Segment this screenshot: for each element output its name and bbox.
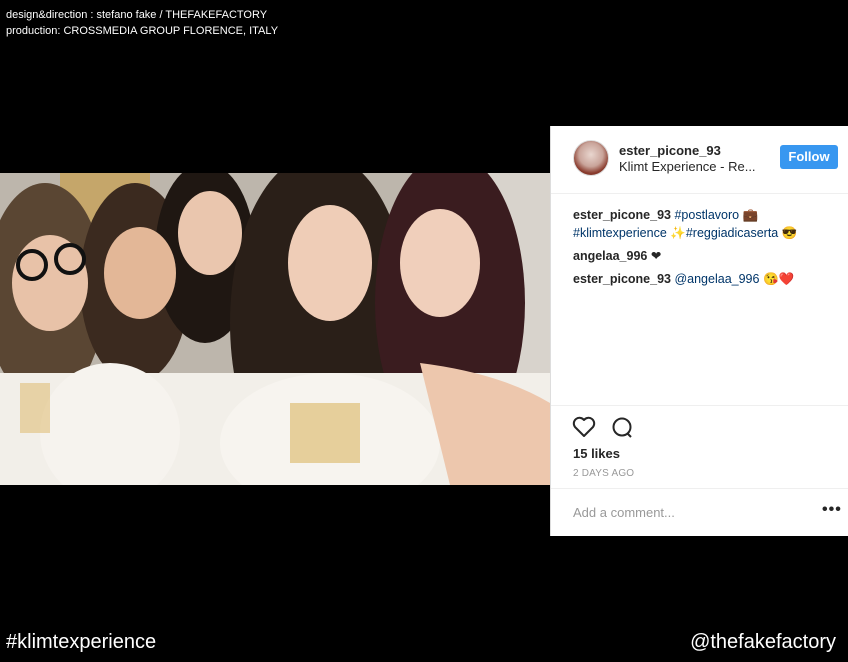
footer-handle: @thefakefactory: [690, 631, 836, 653]
comment-item: ester_picone_93 @angelaa_996 😘❤️: [573, 270, 835, 288]
comments-list: ester_picone_93 #postlavoro 💼 #klimtexpe…: [573, 206, 835, 293]
more-options-icon[interactable]: •••: [822, 501, 842, 519]
comment-bubble-icon[interactable]: [610, 416, 634, 438]
post-actions: 15 likes 2 DAYS AGO Add a comment... •••: [551, 405, 848, 536]
avatar[interactable]: [573, 140, 609, 176]
footer-hashtag: #klimtexperience: [6, 631, 157, 653]
add-comment-row: Add a comment... •••: [551, 488, 848, 537]
post-photo: [0, 173, 550, 485]
post-location[interactable]: Klimt Experience - Re...: [619, 159, 756, 174]
credits-direction: design&direction : stefano fake / THEFAK…: [6, 9, 268, 21]
briefcase-emoji: 💼: [739, 208, 759, 222]
comment-item: ester_picone_93 #postlavoro 💼 #klimtexpe…: [573, 206, 835, 242]
instagram-post-card: ester_picone_93 Klimt Experience - Re...…: [550, 126, 848, 536]
post-timestamp: 2 DAYS AGO: [573, 468, 635, 479]
kiss-heart-emoji: 😘❤️: [759, 272, 795, 286]
action-icons: [572, 416, 644, 438]
post-username[interactable]: ester_picone_93: [619, 143, 721, 158]
comment-username[interactable]: ester_picone_93: [573, 208, 671, 222]
likes-count[interactable]: 15 likes: [573, 446, 620, 461]
comment-username[interactable]: angelaa_996: [573, 249, 647, 263]
heart-icon[interactable]: [572, 416, 596, 438]
comment-username[interactable]: ester_picone_93: [573, 272, 671, 286]
hashtag-link[interactable]: #klimtexperience: [573, 226, 667, 240]
selfie-photo-illustration: [0, 173, 550, 485]
mention-link[interactable]: @angelaa_996: [674, 272, 759, 286]
credits: design&direction : stefano fake / THEFAK…: [6, 7, 278, 39]
follow-button[interactable]: Follow: [780, 145, 838, 169]
comment-item: angelaa_996 ❤: [573, 247, 835, 265]
sunglasses-emoji: 😎: [778, 226, 798, 240]
hashtag-link[interactable]: #postlavoro: [674, 208, 739, 222]
add-comment-input[interactable]: Add a comment...: [573, 505, 675, 520]
comment-text: ❤: [650, 249, 662, 263]
credits-production: production: CROSSMEDIA GROUP FLORENCE, I…: [6, 25, 279, 37]
hashtag-link[interactable]: #reggiadicaserta: [686, 226, 778, 240]
sparkles-emoji: ✨: [666, 226, 686, 240]
post-header: ester_picone_93 Klimt Experience - Re...…: [551, 126, 848, 194]
